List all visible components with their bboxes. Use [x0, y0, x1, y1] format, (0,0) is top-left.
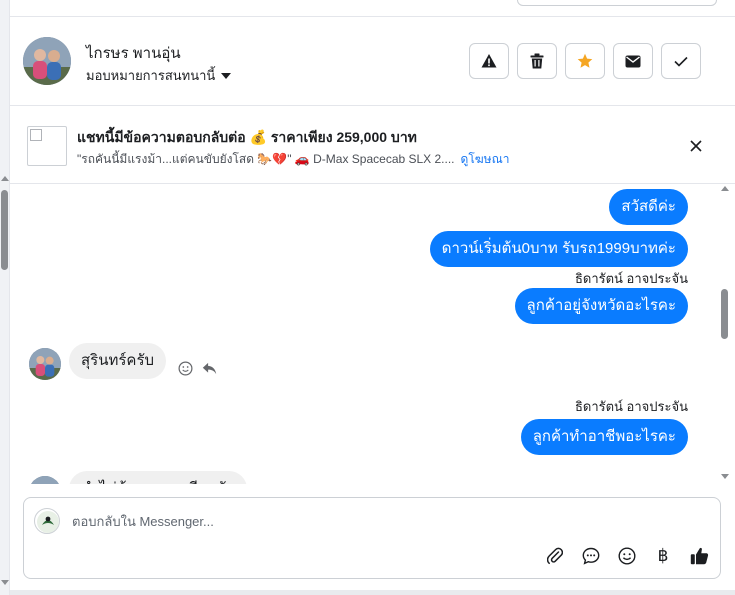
- bottom-border: [10, 590, 735, 595]
- emoji-button[interactable]: [616, 545, 638, 567]
- view-ad-link[interactable]: ดูโฆษณา: [461, 150, 510, 169]
- assign-conversation-dropdown[interactable]: มอบหมายการสนทนานี้: [86, 65, 232, 86]
- top-search-box[interactable]: [517, 0, 717, 6]
- scroll-down-arrow-icon[interactable]: [721, 474, 729, 479]
- attach-button[interactable]: [544, 545, 566, 567]
- sender-name: ธิดารัตน์ อาจประจัน: [574, 271, 688, 286]
- contact-name[interactable]: ไกรษร พานอุ่น: [86, 41, 181, 65]
- message-bubble-outgoing[interactable]: สวัสดีค่ะ: [609, 189, 688, 225]
- scroll-up-arrow-icon[interactable]: [1, 176, 9, 181]
- mark-done-button[interactable]: [661, 43, 701, 79]
- broken-image-icon: [30, 129, 42, 141]
- speech-bubble-icon: [582, 547, 600, 565]
- reply-icon: [202, 362, 216, 374]
- baht-icon: ฿: [657, 546, 669, 566]
- payment-button[interactable]: ฿: [652, 545, 674, 567]
- message-bubble-incoming[interactable]: สุรินทร์ครับ: [69, 343, 167, 379]
- assign-label: มอบหมายการสนทนานี้: [86, 68, 216, 83]
- ad-context-bar: แชทนี้มีข้อความตอบกลับต่อ 💰 ราคาเพียง 25…: [10, 106, 735, 184]
- scrollbar-thumb[interactable]: [1, 190, 8, 270]
- scrollbar-thumb[interactable]: [721, 289, 728, 339]
- message-bubble-incoming[interactable]: ทำไม่ต้องถามอาชีพครับ: [69, 471, 248, 484]
- delete-button[interactable]: [517, 43, 557, 79]
- envelope-icon: [625, 55, 641, 67]
- scroll-down-arrow-icon[interactable]: [1, 580, 9, 585]
- thumbs-up-icon: [690, 547, 708, 565]
- saved-replies-button[interactable]: [580, 545, 602, 567]
- composer-toolbar: ฿: [544, 545, 710, 567]
- star-button[interactable]: [565, 43, 605, 79]
- sender-name: ธิดารัตน์ อาจประจัน: [574, 399, 688, 414]
- react-button[interactable]: [176, 359, 194, 377]
- avatar[interactable]: [23, 37, 71, 85]
- reply-input[interactable]: [72, 510, 632, 532]
- mark-spam-button[interactable]: [469, 43, 509, 79]
- emoji-icon: [178, 361, 192, 375]
- avatar[interactable]: [29, 348, 61, 380]
- close-icon: [690, 140, 702, 152]
- message-bubble-outgoing[interactable]: ลูกค้าทำอาชีพอะไรคะ: [520, 419, 688, 455]
- header-actions: [469, 43, 701, 79]
- avatar[interactable]: [29, 476, 61, 484]
- close-ad-button[interactable]: [686, 136, 706, 156]
- conversation-header: ไกรษร พานอุ่น มอบหมายการสนทนานี้: [10, 17, 735, 106]
- message-composer: ฿: [23, 497, 721, 579]
- mark-unread-button[interactable]: [613, 43, 653, 79]
- scroll-up-arrow-icon[interactable]: [721, 186, 729, 191]
- ad-subtitle-row: "รถคันนี้มีแรงม้า...แต่คนขับยังโสด 🐎💔" 🚗…: [77, 150, 509, 169]
- paperclip-icon: [547, 547, 563, 565]
- message-list[interactable]: สวัสดีค่ะ ดาวน์เริ่มต้น0บาท รับรถ1999บาท…: [10, 184, 735, 484]
- warning-icon: [481, 54, 497, 68]
- message-bubble-outgoing[interactable]: ลูกค้าอยู่จังหวัดอะไรคะ: [514, 288, 688, 324]
- caret-down-icon: [221, 72, 232, 79]
- page-scrollbar[interactable]: [0, 0, 10, 595]
- star-icon: [577, 53, 593, 68]
- send-like-button[interactable]: [688, 545, 710, 567]
- emoji-icon: [618, 547, 636, 565]
- page-avatar: [34, 508, 60, 534]
- top-bar: [10, 0, 735, 17]
- ad-thumbnail[interactable]: [27, 126, 67, 166]
- message-bubble-outgoing[interactable]: ดาวน์เริ่มต้น0บาท รับรถ1999บาทค่ะ: [429, 231, 688, 267]
- chat-scrollbar[interactable]: [719, 184, 731, 484]
- ad-subtitle: "รถคันนี้มีแรงม้า...แต่คนขับยังโสด 🐎💔" 🚗…: [77, 152, 455, 166]
- reply-button[interactable]: [200, 359, 218, 377]
- ad-title: แชทนี้มีข้อความตอบกลับต่อ 💰 ราคาเพียง 25…: [77, 129, 417, 145]
- trash-icon: [530, 53, 544, 69]
- check-icon: [674, 56, 688, 67]
- messenger-conversation: ไกรษร พานอุ่น มอบหมายการสนทนานี้ แชทนี้ม…: [0, 0, 735, 595]
